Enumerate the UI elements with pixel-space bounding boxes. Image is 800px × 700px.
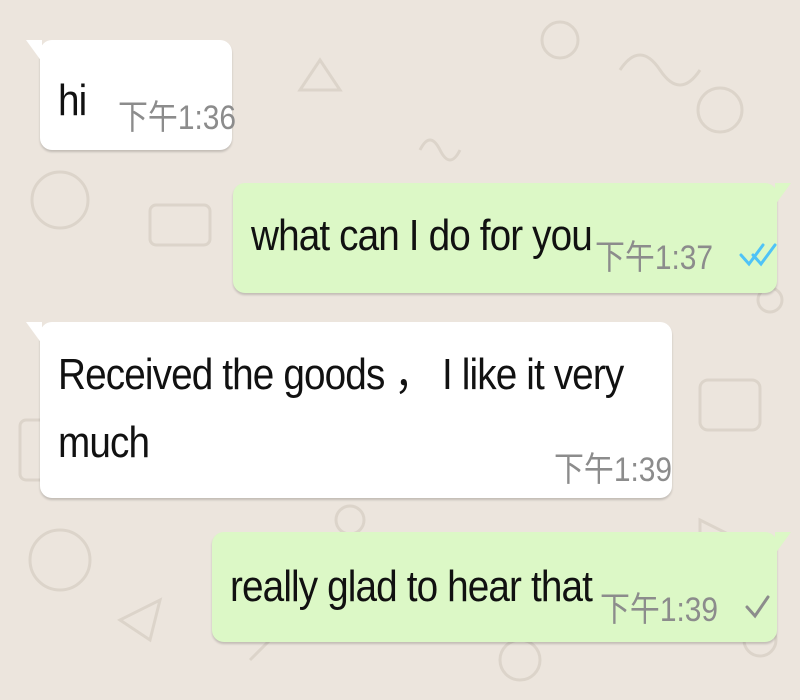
double-check-icon xyxy=(739,242,777,268)
bubble-tail xyxy=(26,322,42,344)
message-text-line-1: Received the goods ， I like it very xyxy=(58,350,624,399)
message-meta: 下午1:39 xyxy=(554,442,688,491)
message-bubble-outgoing[interactable]: what can I do for you 下午1:37 xyxy=(233,183,791,293)
message-text: what can I do for you xyxy=(251,211,593,260)
message-time: 下午1:37 xyxy=(595,239,714,277)
chat-conversation: hi 下午1:36 what can I do for you 下午1:37 R… xyxy=(0,0,800,700)
message-meta: 下午1:39 xyxy=(600,582,770,631)
message-text-line-2: much xyxy=(58,418,150,467)
message-meta: 下午1:37 xyxy=(595,230,777,279)
message-meta: 下午1:36 xyxy=(118,90,252,139)
message-time: 下午1:36 xyxy=(118,99,237,137)
message-time: 下午1:39 xyxy=(554,451,673,489)
message-bubble-incoming[interactable]: Received the goods ， I like it very much… xyxy=(26,322,672,498)
message-bubble-outgoing[interactable]: really glad to hear that 下午1:39 xyxy=(212,532,791,642)
single-check-icon xyxy=(744,594,770,620)
bubble-tail xyxy=(775,532,791,554)
message-text: really glad to hear that xyxy=(230,562,593,611)
message-time: 下午1:39 xyxy=(600,591,719,629)
message-text: hi xyxy=(58,76,87,125)
bubble-tail xyxy=(26,40,42,62)
bubble-tail xyxy=(775,183,791,205)
message-bubble-incoming[interactable]: hi 下午1:36 xyxy=(26,40,236,150)
